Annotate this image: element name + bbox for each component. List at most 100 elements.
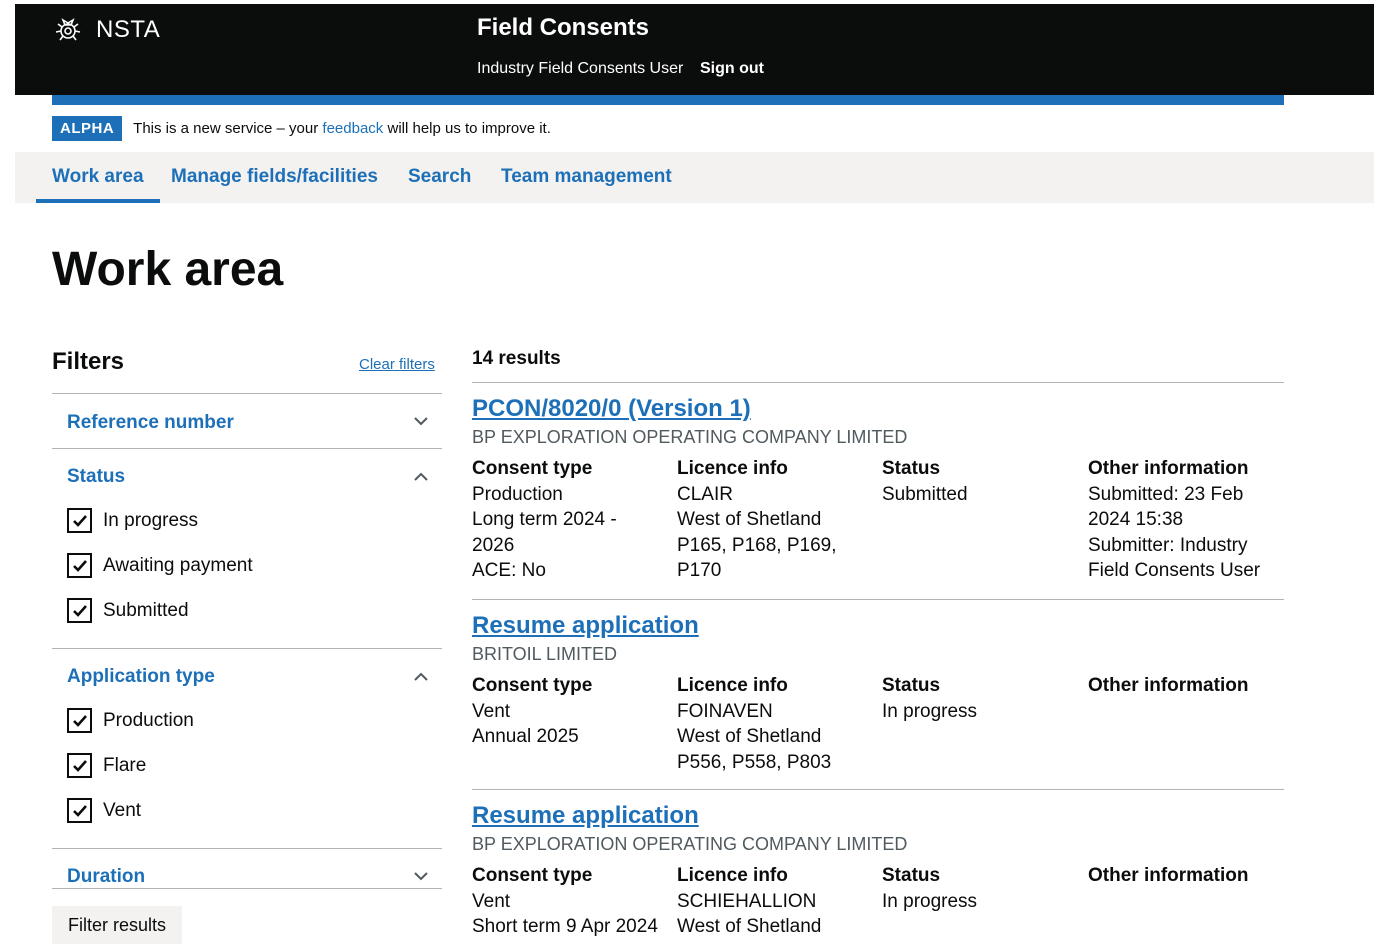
column-header: Consent type [472,675,593,696]
type-option-vent[interactable]: Vent [67,798,141,823]
header-accent-bar [52,95,1284,105]
column-header: Other information [1088,865,1249,886]
service-name[interactable]: Field Consents [477,14,649,42]
filter-divider [52,648,442,649]
other-information-column: Other information [1088,863,1248,889]
result-title-link[interactable]: Resume application [472,802,699,830]
column-header: Status [882,865,941,886]
phase-text-before: This is a new service – your [133,120,323,137]
checkbox-checked[interactable] [67,508,92,533]
status-option-awaiting-payment[interactable]: Awaiting payment [67,553,253,578]
checkbox-label: Vent [103,799,142,821]
filter-section-status[interactable]: Status [67,466,125,488]
column-value: Vent [472,890,511,912]
column-header: Other information [1088,458,1249,479]
column-value: West of Shetland [677,726,822,747]
status-option-in-progress[interactable]: In progress [67,508,198,533]
check-icon [72,759,87,772]
consent-type-column: Consent type Vent Short term 9 Apr 2024 [472,863,658,940]
other-information-column: Other information [1088,673,1248,699]
column-value: CLAIR [677,483,733,505]
sign-out-link[interactable]: Sign out [700,60,764,78]
chevron-up-icon[interactable] [414,472,428,482]
result-title-link[interactable]: PCON/8020/0 (Version 1) [472,395,751,423]
results-divider [472,599,1284,600]
column-header: Other information [1088,675,1249,696]
consent-type-column: Consent type Vent Annual 2025 [472,673,592,750]
checkbox-checked[interactable] [67,753,92,778]
checkbox-label: In progress [103,509,199,531]
status-column: Status Submitted [882,456,968,507]
phase-text-after: will help us to improve it. [383,120,551,137]
column-value: 2026 [472,534,515,556]
column-value: Vent [472,700,511,722]
filter-section-reference-number[interactable]: Reference number [67,412,234,434]
results-divider [472,789,1284,790]
logo-text: NSTA [96,16,161,43]
column-value: Submitted: 23 Feb [1088,483,1244,505]
result-organisation: BP EXPLORATION OPERATING COMPANY LIMITED [472,427,908,447]
results-count: 14 results [472,348,561,369]
column-header: Licence info [677,865,788,886]
column-value: P170 [677,560,722,581]
column-value: Production [472,483,563,505]
phase-tag: ALPHA [52,116,123,141]
feedback-link[interactable]: feedback [322,120,383,137]
nav-item-team-management[interactable]: Team management [501,152,672,203]
type-option-production[interactable]: Production [67,708,194,733]
column-header: Consent type [472,458,593,479]
checkbox-label: Awaiting payment [103,554,253,576]
filter-divider [52,888,442,889]
column-value: In progress [882,890,978,912]
check-icon [72,714,87,727]
column-header: Status [882,458,941,479]
checkbox-checked[interactable] [67,598,92,623]
checkbox-checked[interactable] [67,553,92,578]
column-value: Submitter: Industry [1088,534,1248,556]
type-option-flare[interactable]: Flare [67,753,146,778]
column-value: ACE: No [472,560,546,581]
column-value: West of Shetland [677,509,822,530]
column-value: 2024 15:38 [1088,509,1184,530]
filter-section-application-type[interactable]: Application type [67,666,215,688]
chevron-down-icon[interactable] [414,871,428,881]
checkbox-checked[interactable] [67,798,92,823]
chevron-down-icon[interactable] [414,416,428,426]
filter-results-button[interactable]: Filter results [52,906,182,944]
check-icon [72,559,87,572]
licence-info-column: Licence info CLAIR West of Shetland P165… [677,456,837,584]
column-value: FOINAVEN [677,700,773,722]
checkbox-label: Flare [103,754,147,776]
column-header: Consent type [472,865,593,886]
result-organisation: BRITOIL LIMITED [472,644,618,664]
result-title-link[interactable]: Resume application [472,612,699,640]
column-value: P556, P558, P803 [677,751,832,773]
check-icon [72,804,87,817]
column-value: West of Shetland [677,916,822,937]
checkbox-label: Submitted [103,599,189,621]
checkbox-checked[interactable] [67,708,92,733]
nav-item-search[interactable]: Search [408,152,471,203]
column-value: Annual 2025 [472,726,579,747]
chevron-up-icon[interactable] [414,672,428,682]
filter-section-duration[interactable]: Duration [67,866,145,888]
status-column: Status In progress [882,863,977,914]
licence-info-column: Licence info FOINAVEN West of Shetland P… [677,673,831,775]
crest-icon [55,18,81,41]
consent-type-column: Consent type Production Long term 2024 -… [472,456,617,584]
nav-item-work-area[interactable]: Work area [36,152,160,203]
phase-banner: ALPHA This is a new service – your feedb… [52,116,551,141]
nsta-logo[interactable]: NSTA [52,16,160,44]
other-information-column: Other information Submitted: 23 Feb 2024… [1088,456,1260,584]
column-value: Short term 9 Apr 2024 [472,916,658,937]
filters-heading: Filters [52,348,125,375]
nav-item-manage-fields[interactable]: Manage fields/facilities [171,152,378,203]
clear-filters-link[interactable]: Clear filters [359,356,435,373]
page-title: Work area [52,243,284,296]
result-organisation: BP EXPLORATION OPERATING COMPANY LIMITED [472,834,908,854]
site-header: NSTA Field Consents Industry Field Conse… [15,4,1374,95]
column-value: Field Consents User [1088,560,1261,581]
filter-divider [52,848,442,849]
status-option-submitted[interactable]: Submitted [67,598,189,623]
user-name: Industry Field Consents User [477,60,684,77]
